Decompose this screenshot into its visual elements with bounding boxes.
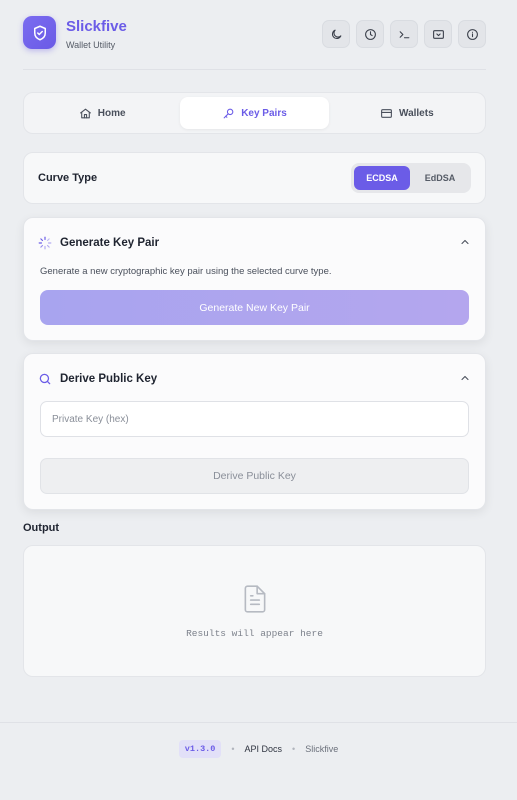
generate-title: Generate Key Pair bbox=[60, 237, 160, 249]
footer-separator: • bbox=[292, 744, 296, 754]
tab-wallets[interactable]: Wallets bbox=[333, 97, 481, 129]
private-key-input[interactable] bbox=[40, 401, 469, 437]
version-badge: v1.3.0 bbox=[178, 740, 222, 758]
footer: v1.3.0 • API Docs • Slickfive bbox=[0, 722, 517, 800]
tab-key-pairs-label: Key Pairs bbox=[241, 107, 287, 119]
footer-separator: • bbox=[231, 744, 235, 754]
generate-description: Generate a new cryptographic key pair us… bbox=[40, 266, 332, 277]
derive-public-key-card: Derive Public Key Derive Public Key bbox=[23, 353, 486, 510]
card-icon bbox=[381, 108, 392, 118]
app-title: Slickfive bbox=[66, 18, 127, 35]
shield-check-icon bbox=[23, 16, 56, 49]
curve-type-card: Curve Type ECDSA EdDSA bbox=[23, 152, 486, 204]
curve-type-selector: ECDSA EdDSA bbox=[351, 163, 471, 193]
output-panel: Results will appear here bbox=[23, 545, 486, 677]
curve-option-eddsa[interactable]: EdDSA bbox=[412, 166, 468, 190]
screen-button[interactable] bbox=[424, 20, 452, 48]
main-tabs: Home Key Pairs Wallets bbox=[23, 92, 486, 134]
clock-icon bbox=[364, 28, 376, 40]
file-text-icon bbox=[244, 585, 266, 613]
screen-icon bbox=[432, 29, 444, 39]
api-docs-link[interactable]: API Docs bbox=[245, 744, 283, 754]
tab-wallets-label: Wallets bbox=[399, 107, 434, 119]
curve-option-ecdsa[interactable]: ECDSA bbox=[354, 166, 410, 190]
footer-brand: Slickfive bbox=[305, 744, 339, 754]
tab-home[interactable]: Home bbox=[28, 97, 176, 129]
generate-key-pair-card: Generate Key Pair Generate a new cryptog… bbox=[23, 217, 486, 341]
loader-icon bbox=[38, 236, 52, 250]
terminal-button[interactable] bbox=[390, 20, 418, 48]
home-icon bbox=[79, 108, 91, 118]
key-icon bbox=[223, 108, 234, 118]
moon-icon bbox=[331, 29, 341, 39]
chevron-up-icon[interactable] bbox=[459, 236, 471, 248]
curve-type-label: Curve Type bbox=[38, 172, 98, 184]
tab-home-label: Home bbox=[97, 107, 126, 119]
search-icon bbox=[39, 373, 51, 385]
output-placeholder: Results will appear here bbox=[186, 628, 323, 639]
history-button[interactable] bbox=[356, 20, 384, 48]
output-label: Output bbox=[23, 522, 60, 534]
generate-key-pair-button[interactable]: Generate New Key Pair bbox=[40, 290, 469, 325]
info-button[interactable] bbox=[458, 20, 486, 48]
terminal-icon bbox=[399, 30, 409, 38]
derive-title: Derive Public Key bbox=[60, 373, 158, 385]
info-icon bbox=[466, 28, 478, 40]
theme-toggle-button[interactable] bbox=[322, 20, 350, 48]
app-header: Slickfive Wallet Utility bbox=[23, 16, 486, 70]
app-subtitle: Wallet Utility bbox=[66, 40, 116, 50]
tab-key-pairs[interactable]: Key Pairs bbox=[180, 97, 329, 129]
derive-public-key-button[interactable]: Derive Public Key bbox=[40, 458, 469, 494]
chevron-up-icon[interactable] bbox=[459, 372, 471, 384]
